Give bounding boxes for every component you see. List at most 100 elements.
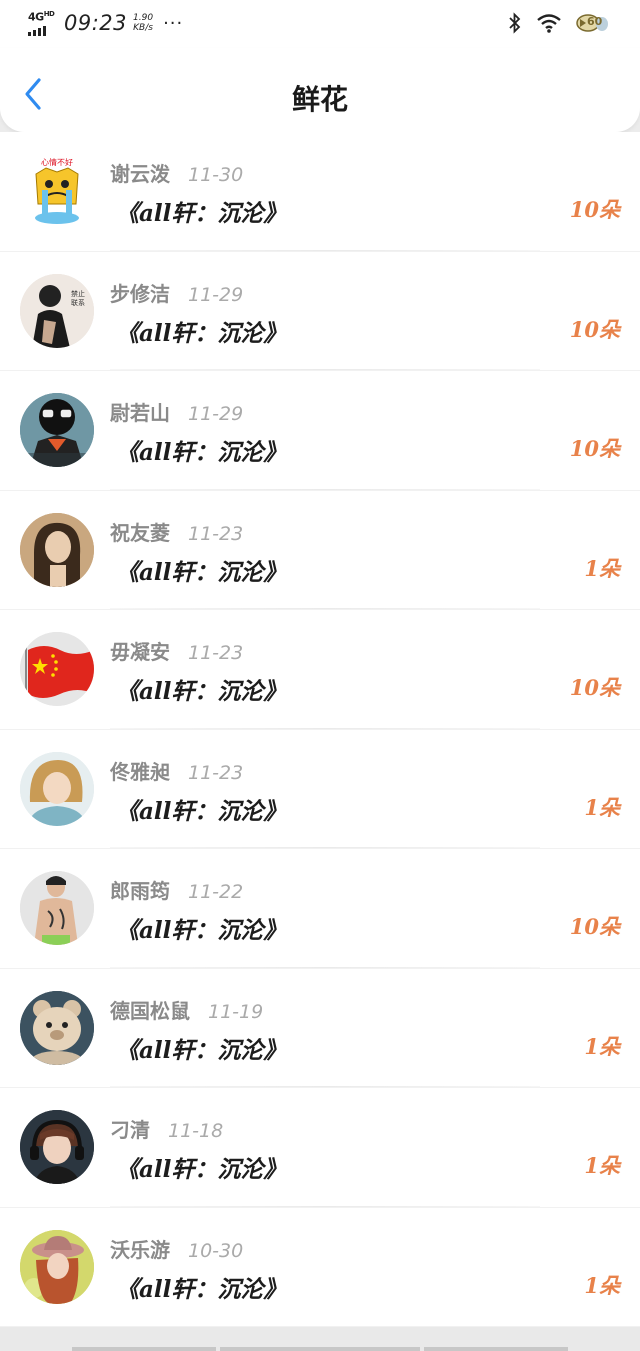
avatar-tattoo-man-icon — [20, 871, 94, 945]
svg-text:禁止: 禁止 — [71, 289, 85, 298]
book-title[interactable]: 《all轩：沉沦》 — [116, 792, 286, 826]
book-title[interactable]: 《all轩：沉沦》 — [116, 672, 286, 706]
sender-name[interactable]: 郎雨筠 — [110, 875, 170, 904]
book-title[interactable]: 《all轩：沉沦》 — [116, 1150, 286, 1184]
avatar[interactable] — [20, 1229, 94, 1304]
divider — [110, 488, 540, 490]
avatar-hat-girl-icon — [20, 1229, 94, 1304]
row-header: 沃乐游 10-30 — [110, 1234, 243, 1263]
gift-row[interactable]: 佟雅昶 11-23 《all轩：沉沦》 1朵 — [0, 729, 640, 849]
strip-segment — [220, 1347, 420, 1351]
avatar[interactable] — [20, 990, 94, 1065]
avatar[interactable]: 禁止 联系 — [20, 273, 94, 348]
flower-count: 1朵 — [584, 1272, 620, 1298]
gift-row[interactable]: 沃乐游 10-30 《all轩：沉沦》 1朵 — [0, 1207, 640, 1327]
svg-text:心情不好: 心情不好 — [41, 157, 73, 167]
book-title[interactable]: 《all轩：沉沦》 — [116, 1270, 286, 1304]
avatar-masked-figure-icon: 禁止 联系 — [20, 273, 94, 348]
flower-count: 1朵 — [584, 1033, 620, 1059]
sent-date: 10-30 — [188, 1239, 244, 1262]
status-right: 60 — [508, 12, 610, 34]
svg-text:联系: 联系 — [71, 298, 85, 307]
row-header: 郎雨筠 11-22 — [110, 875, 243, 904]
more-notifications-icon: ··· — [163, 12, 184, 34]
row-header: 祝友菱 11-23 — [110, 517, 243, 546]
sender-name[interactable]: 佟雅昶 — [110, 756, 170, 785]
avatar-headphone-boy-icon — [20, 1110, 94, 1184]
divider — [110, 847, 540, 848]
avatar-sad-cartoon-icon: 心情不好 — [20, 154, 94, 228]
sent-date: 11-19 — [208, 1000, 264, 1023]
sender-name[interactable]: 德国松鼠 — [110, 995, 190, 1024]
page-title: 鲜花 — [291, 83, 348, 116]
sender-name[interactable]: 谢云泼 — [110, 158, 170, 187]
gift-row[interactable]: 禁止 联系 步修洁 11-29 《all轩：沉沦》 10朵 — [0, 251, 640, 371]
divider — [110, 1205, 540, 1207]
book-title[interactable]: 《all轩：沉沦》 — [116, 194, 286, 228]
gift-row[interactable]: 郎雨筠 11-22 《all轩：沉沦》 10朵 — [0, 849, 640, 969]
sender-name[interactable]: 沃乐游 — [110, 1234, 170, 1263]
row-header: 刁清 11-18 — [110, 1114, 223, 1143]
flower-count: 10朵 — [569, 316, 620, 342]
strip-segment — [72, 1347, 216, 1351]
row-header: 毋凝安 11-23 — [110, 636, 243, 665]
sender-name[interactable]: 祝友菱 — [110, 517, 170, 546]
status-bar: 4GHD 09:23 1.90 KB/s ··· 60 — [0, 0, 640, 48]
avatar-blonde-girl-icon — [20, 751, 94, 826]
avatar[interactable] — [20, 871, 94, 945]
flower-gift-list: 心情不好 谢云泼 11-30 《all轩：沉沦》 10朵 禁止 联系 步修洁 1… — [0, 132, 640, 1327]
flower-count: 1朵 — [584, 794, 620, 820]
title-bar: 鲜花 — [0, 48, 640, 132]
sent-date: 11-29 — [188, 403, 244, 425]
row-header: 佟雅昶 11-23 — [110, 756, 243, 785]
flower-count: 10朵 — [569, 197, 620, 222]
battery-icon: 60 — [576, 12, 610, 34]
row-header: 德国松鼠 11-19 — [110, 995, 263, 1024]
gift-row[interactable]: 尉若山 11-29 《all轩：沉沦》 10朵 — [0, 371, 640, 491]
status-left: 4GHD 09:23 1.90 KB/s ··· — [28, 10, 183, 36]
row-header: 尉若山 11-29 — [110, 397, 243, 426]
avatar-sepia-girl-icon — [20, 512, 94, 587]
sender-name[interactable]: 尉若山 — [110, 397, 170, 426]
book-title[interactable]: 《all轩：沉沦》 — [116, 433, 286, 467]
row-header: 步修洁 11-29 — [110, 278, 243, 307]
avatar[interactable] — [20, 393, 94, 467]
bluetooth-icon — [509, 12, 521, 34]
sender-name[interactable]: 步修洁 — [110, 278, 170, 307]
book-title[interactable]: 《all轩：沉沦》 — [116, 911, 286, 945]
network-label: 4GHD — [28, 10, 55, 24]
gift-row[interactable]: 德国松鼠 11-19 《all轩：沉沦》 1朵 — [0, 968, 640, 1088]
book-title[interactable]: 《all轩：沉沦》 — [116, 1031, 286, 1065]
sent-date: 11-18 — [168, 1120, 224, 1142]
gift-row[interactable]: 刁清 11-18 《all轩：沉沦》 1朵 — [0, 1088, 640, 1208]
sent-date: 11-29 — [188, 283, 244, 306]
gift-row[interactable]: 祝友菱 11-23 《all轩：沉沦》 1朵 — [0, 490, 640, 610]
divider — [110, 966, 540, 968]
divider — [110, 608, 540, 609]
clock: 09:23 — [64, 11, 128, 35]
flower-count: 1朵 — [584, 555, 620, 581]
network-indicator: 4GHD — [28, 10, 58, 36]
gift-row[interactable]: 心情不好 谢云泼 11-30 《all轩：沉沦》 10朵 — [0, 132, 640, 252]
avatar[interactable] — [20, 751, 94, 826]
wifi-icon — [537, 14, 561, 33]
avatar-flag-icon — [20, 632, 94, 706]
divider — [110, 727, 540, 729]
flower-count: 1朵 — [584, 1153, 620, 1178]
avatar[interactable] — [20, 512, 94, 587]
sender-name[interactable]: 刁清 — [110, 1114, 150, 1143]
avatar[interactable]: 心情不好 — [20, 154, 94, 228]
row-header: 谢云泼 11-30 — [110, 158, 243, 187]
divider — [110, 249, 540, 251]
flower-count: 10朵 — [569, 914, 620, 939]
sender-name[interactable]: 毋凝安 — [110, 636, 170, 665]
gift-row[interactable]: 毋凝安 11-23 《all轩：沉沦》 10朵 — [0, 610, 640, 730]
strip-segment — [424, 1347, 568, 1351]
book-title[interactable]: 《all轩：沉沦》 — [116, 314, 286, 348]
bottom-strip — [0, 1327, 640, 1351]
avatar-sunglasses-girl-icon — [20, 393, 94, 467]
avatar[interactable] — [20, 632, 94, 706]
divider — [110, 369, 540, 370]
book-title[interactable]: 《all轩：沉沦》 — [116, 553, 286, 587]
avatar[interactable] — [20, 1110, 94, 1184]
